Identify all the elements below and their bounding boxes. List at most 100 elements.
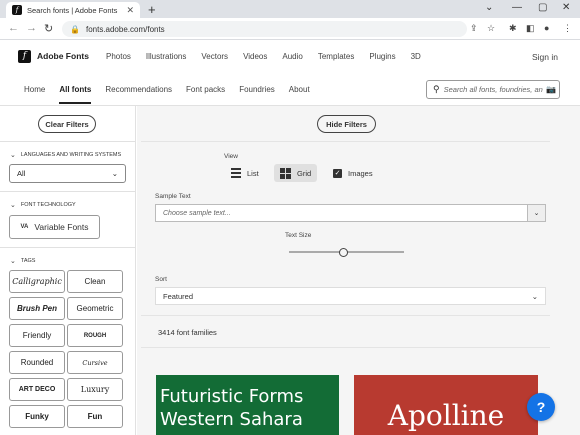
view-grid-button[interactable]: Grid — [274, 164, 318, 182]
font-card-sample-line: Western Sahara — [160, 409, 303, 430]
subnav-all-fonts[interactable]: All fonts — [59, 85, 92, 104]
list-icon — [231, 168, 241, 178]
chevron-down-icon: ⌄ — [10, 258, 16, 265]
images-checkbox[interactable]: ✓ Images — [327, 164, 379, 182]
variable-fonts-label: Variable Fonts — [34, 222, 89, 232]
help-button[interactable]: ? — [527, 393, 555, 421]
font-search-input[interactable]: ⚲ Search all fonts, foundries, and 📷 — [426, 80, 560, 99]
nav-videos[interactable]: Videos — [243, 52, 267, 61]
subnav-font-packs[interactable]: Font packs — [186, 85, 225, 94]
adobe-fonts-logo-icon[interactable]: f — [18, 49, 31, 63]
chevron-down-icon[interactable]: ⌄ — [485, 2, 493, 13]
tag-rounded[interactable]: Rounded — [9, 351, 65, 374]
divider — [0, 191, 136, 192]
divider — [141, 141, 550, 142]
brand-name[interactable]: Adobe Fonts — [37, 51, 89, 61]
subnav-home[interactable]: Home — [24, 85, 45, 94]
sample-text-label: Sample Text — [155, 193, 191, 200]
tags-section-header[interactable]: ⌄ TAGS — [10, 257, 35, 265]
url-field[interactable]: 🔒 fonts.adobe.com/fonts — [62, 21, 467, 37]
nav-vectors[interactable]: Vectors — [201, 52, 228, 61]
tag-clean[interactable]: Clean — [67, 270, 123, 293]
nav-plugins[interactable]: Plugins — [369, 52, 395, 61]
subnav-recommendations[interactable]: Recommendations — [105, 85, 172, 94]
tag-geometric[interactable]: Geometric — [67, 297, 123, 320]
text-size-label: Text Size — [285, 232, 312, 239]
sort-label: Sort — [155, 276, 167, 283]
hide-filters-button[interactable]: Hide Filters — [317, 115, 376, 133]
site-header: f Adobe Fonts Photos Illustrations Vecto… — [0, 40, 580, 72]
subnav-foundries[interactable]: Foundries — [239, 85, 275, 94]
reload-icon[interactable]: ↻ — [44, 22, 53, 35]
font-card-apolline[interactable]: Apolline — [354, 375, 538, 435]
sidebar-icon[interactable]: ◧ — [526, 23, 535, 34]
tag-fun[interactable]: Fun — [67, 405, 123, 428]
lock-icon: 🔒 — [70, 24, 80, 34]
browser-tabbar: f Search fonts | Adobe Fonts ✕ + ⌄ — ▢ ✕ — [0, 0, 580, 18]
chevron-down-icon: ⌄ — [10, 202, 16, 209]
view-list-button[interactable]: List — [225, 164, 265, 182]
maximize-icon[interactable]: ▢ — [538, 2, 547, 13]
share-icon[interactable]: ⇪ — [470, 23, 478, 34]
grid-icon — [280, 167, 291, 179]
forward-icon[interactable]: → — [26, 22, 37, 34]
font-card-futuristic[interactable]: Futuristic Forms Western Sahara — [156, 375, 339, 435]
chevron-down-icon: ⌄ — [531, 291, 538, 301]
divider — [0, 141, 136, 142]
font-technology-section-header[interactable]: ⌄ FONT TECHNOLOGY — [10, 201, 76, 209]
new-tab-icon[interactable]: + — [148, 2, 156, 17]
tags-header-label: TAGS — [20, 258, 36, 264]
language-select[interactable]: All ⌄ — [9, 164, 126, 183]
languages-header-label: LANGUAGES AND WRITING SYSTEMS — [20, 152, 122, 158]
close-window-icon[interactable]: ✕ — [562, 2, 570, 13]
tag-funky[interactable]: Funky — [9, 405, 65, 428]
sample-text-select[interactable]: Choose sample text... ⌄ — [155, 204, 546, 222]
browser-tab[interactable]: f Search fonts | Adobe Fonts ✕ — [6, 2, 140, 18]
menu-dots-icon[interactable]: ⋮ — [563, 23, 572, 34]
sort-value: Featured — [163, 291, 194, 301]
view-grid-label: Grid — [297, 168, 312, 178]
back-icon[interactable]: ← — [8, 22, 19, 34]
checkmark-icon: ✓ — [333, 168, 342, 178]
nav-templates[interactable]: Templates — [318, 52, 354, 61]
languages-section-header[interactable]: ⌄ LANGUAGES AND WRITING SYSTEMS — [10, 151, 121, 159]
text-size-slider-handle[interactable] — [339, 248, 349, 257]
tag-calligraphic[interactable]: Calligraphic — [9, 270, 65, 293]
subnav-about[interactable]: About — [289, 85, 310, 94]
divider — [141, 315, 550, 316]
tag-friendly[interactable]: Friendly — [9, 324, 65, 347]
font-card-sample-line: Futuristic Forms — [160, 386, 304, 407]
filter-sidebar: Clear Filters ⌄ LANGUAGES AND WRITING SY… — [0, 106, 136, 435]
variable-font-icon: VA — [20, 224, 29, 230]
nav-photos[interactable]: Photos — [106, 52, 131, 61]
nav-illustrations[interactable]: Illustrations — [146, 52, 186, 61]
chevron-down-icon[interactable]: ⌄ — [527, 205, 545, 221]
clear-filters-button[interactable]: Clear Filters — [38, 115, 96, 133]
camera-icon[interactable]: 📷 — [543, 85, 559, 94]
nav-audio[interactable]: Audio — [282, 52, 302, 61]
sample-text-placeholder: Choose sample text... — [163, 209, 231, 217]
tag-brush-pen[interactable]: Brush Pen — [9, 297, 65, 320]
variable-fonts-button[interactable]: VA Variable Fonts — [9, 215, 100, 239]
url-text: fonts.adobe.com/fonts — [85, 24, 165, 34]
search-icon: ⚲ — [433, 84, 440, 94]
font-card-sample-line: Apolline — [387, 399, 505, 432]
main-content: Hide Filters View List Grid ✓ Images Sam… — [137, 106, 580, 435]
chevron-down-icon: ⌄ — [10, 152, 16, 159]
tag-cursive[interactable]: Cursive — [67, 351, 123, 374]
extensions-icon[interactable]: ✱ — [509, 23, 517, 34]
adobe-fonts-favicon-icon: f — [12, 5, 22, 15]
tab-close-icon[interactable]: ✕ — [126, 5, 134, 16]
tag-luxury[interactable]: Luxury — [67, 378, 123, 401]
sort-select[interactable]: Featured ⌄ — [155, 287, 546, 305]
address-bar: ← → ↻ 🔒 fonts.adobe.com/fonts ⇪ ☆ ✱ ◧ ● … — [0, 18, 580, 40]
tab-title: Search fonts | Adobe Fonts — [27, 5, 118, 15]
nav-3d[interactable]: 3D — [411, 52, 421, 61]
tag-rough[interactable]: ROUGH — [67, 324, 123, 347]
minimize-icon[interactable]: — — [512, 2, 522, 13]
images-label: Images — [348, 168, 373, 178]
bookmark-star-icon[interactable]: ☆ — [487, 23, 495, 34]
profile-icon[interactable]: ● — [544, 23, 549, 33]
tag-art-deco[interactable]: ART DECO — [9, 378, 65, 401]
sign-in-link[interactable]: Sign in — [532, 52, 558, 62]
